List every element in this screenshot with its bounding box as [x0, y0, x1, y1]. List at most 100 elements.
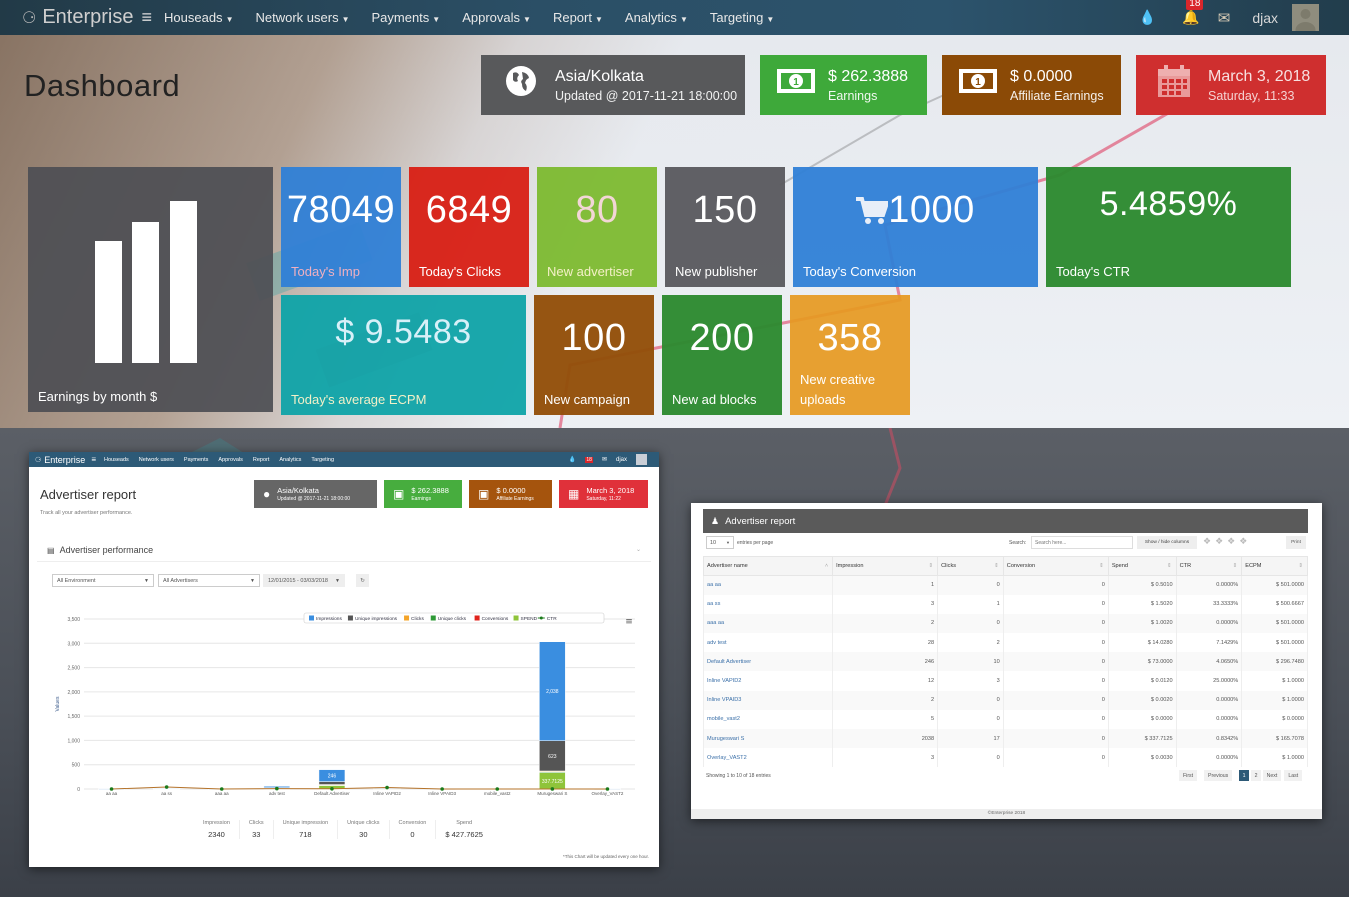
advertiser-name-link[interactable]: adv test — [702, 633, 834, 653]
notification-badge[interactable]: 18 — [585, 456, 593, 463]
advertiser-name-link[interactable]: Inline VAPID2 — [702, 671, 834, 691]
nav-item-payments[interactable]: Payments ▼ — [371, 10, 440, 25]
column-header[interactable]: CTR ⇕ — [1175, 556, 1243, 576]
advertiser-name-link[interactable]: Overlay_VAST2 — [702, 748, 834, 768]
page-button-2[interactable]: 2 — [1250, 770, 1262, 781]
tile-average-ecpm[interactable]: $ 9.5483 Today's average ECPM — [281, 295, 526, 415]
tile-new-publisher[interactable]: 150 New publisher — [665, 167, 785, 287]
page-button-first[interactable]: First — [1179, 770, 1198, 781]
tile-todays-clicks[interactable]: 6849 Today's Clicks — [409, 167, 529, 287]
refresh-button[interactable]: ↻ — [356, 574, 369, 587]
sort-icon[interactable]: ⇕ — [1298, 563, 1303, 569]
advertiser-name-link[interactable]: aa ss — [702, 594, 834, 614]
advertiser-performance-chart: 0 500 1,000 1,500 2,000 2,500 3,000 3,500 Values… — [55, 612, 635, 796]
preview-nav-item[interactable]: Report — [253, 457, 270, 463]
sort-icon[interactable]: ⇕ — [1099, 563, 1104, 569]
show-hide-columns-button[interactable]: Show / hide columns — [1137, 536, 1197, 549]
hamburger-icon[interactable]: ≡ — [142, 7, 153, 28]
nav-item-network-users[interactable]: Network users ▼ — [255, 10, 349, 25]
envelope-icon[interactable]: ✉ — [1218, 9, 1231, 27]
nav-item-approvals[interactable]: Approvals ▼ — [462, 10, 531, 25]
preview-nav-item[interactable]: Approvals — [218, 457, 242, 463]
table-cell: 0 — [1002, 671, 1109, 691]
puzzle-icon[interactable]: ❖ — [1215, 536, 1223, 547]
bar-unique-impressions — [318, 781, 346, 785]
page-button-previous[interactable]: Previous — [1204, 770, 1233, 781]
affiliate-earnings-label: Affiliate Earnings — [1010, 88, 1104, 103]
advertiser-report-table-card: ♟ Advertiser report 10 ▼ entries per page… — [691, 503, 1322, 819]
sort-icon[interactable]: ⇕ — [1167, 563, 1172, 569]
column-header[interactable]: Clicks ⇕ — [937, 556, 1004, 576]
puzzle-icon[interactable]: ❖ — [1227, 536, 1235, 547]
money-icon: 1 — [776, 68, 816, 102]
envelope-icon[interactable]: ✉ — [602, 456, 607, 463]
affiliate-earnings-value: $ 0.0000 — [1010, 67, 1073, 85]
advertiser-name-link[interactable]: aaa aa — [702, 613, 834, 634]
preview-nav-item[interactable]: Payments — [184, 457, 208, 463]
brand[interactable]: ⚆ Enterprise ≡ — [22, 6, 152, 29]
tile-todays-imp[interactable]: 78049 Today's Imp — [281, 167, 401, 287]
legend-label: CTR — [547, 616, 557, 622]
advertiser-name-link[interactable]: Murugeswari S — [702, 729, 834, 749]
table-cell: 33.3333% — [1175, 594, 1243, 614]
collapse-chevron-icon[interactable]: ⌄ — [636, 546, 641, 553]
nav-item-report[interactable]: Report ▼ — [553, 10, 603, 25]
preview-nav-item[interactable]: Targeting — [311, 457, 334, 463]
advertiser-name-link[interactable]: Inline VPAID3 — [702, 690, 834, 710]
legend-label: Impressions — [316, 616, 342, 622]
panel-title: Advertiser performance — [59, 545, 154, 555]
preview-nav-item[interactable]: Analytics — [279, 457, 301, 463]
advertiser-name-link[interactable]: Default Advertiser — [702, 652, 834, 672]
tile-value: 358 — [817, 317, 883, 359]
sort-icon[interactable]: ˄ — [825, 563, 828, 569]
tile-todays-conversion[interactable]: 1000 Today's Conversion — [793, 167, 1038, 287]
avatar[interactable] — [1292, 4, 1319, 31]
tile-new-advertiser[interactable]: 80 New advertiser — [537, 167, 657, 287]
date-range-picker[interactable]: 12/01/2015 - 03/03/2018 ▼ — [263, 574, 345, 587]
table-cell: $ 501.0000 — [1241, 633, 1308, 653]
bell-icon: 🔔 — [1182, 9, 1200, 25]
nav-item-houseads[interactable]: Houseads ▼ — [164, 10, 233, 25]
search-input[interactable] — [1031, 536, 1133, 549]
puzzle-icon[interactable]: ❖ — [1239, 536, 1247, 547]
column-header[interactable]: Impression ⇕ — [832, 556, 939, 576]
print-button[interactable]: Print — [1286, 536, 1306, 549]
column-header[interactable]: Conversion ⇕ — [1002, 556, 1109, 576]
tile-new-creative-uploads[interactable]: 358 New creative uploads — [790, 295, 910, 415]
nav-item-targeting[interactable]: Targeting ▼ — [710, 10, 774, 25]
page-button-1[interactable]: 1 — [1238, 770, 1250, 781]
advertisers-select[interactable]: All Advertisers ▼ — [158, 574, 260, 587]
preview-nav-item[interactable]: Network users — [139, 457, 174, 463]
tile-new-ad-blocks[interactable]: 200 New ad blocks — [662, 295, 782, 415]
tile-todays-ctr[interactable]: 5.4859% Today's CTR — [1046, 167, 1291, 287]
ctr-point — [385, 785, 389, 790]
tint-icon[interactable]: 💧 — [569, 456, 576, 463]
username[interactable]: djax — [1252, 10, 1278, 26]
tint-icon[interactable]: 💧 — [1139, 9, 1156, 26]
advertiser-name-link[interactable]: mobile_vast2 — [702, 709, 834, 729]
refresh-icon: ↻ — [360, 577, 365, 584]
column-header[interactable]: Spend ⇕ — [1107, 556, 1177, 576]
sort-icon[interactable]: ⇕ — [1233, 563, 1238, 569]
tile-earnings-by-month[interactable]: Earnings by month $ — [28, 167, 273, 412]
page-button-last[interactable]: Last — [1284, 770, 1303, 781]
y-tick-label: 3,500 — [67, 617, 80, 623]
puzzle-icon[interactable]: ❖ — [1203, 536, 1211, 547]
environment-select[interactable]: All Environment ▼ — [52, 574, 154, 587]
username[interactable]: djax — [616, 457, 627, 463]
notifications-button[interactable]: 🔔 18 — [1182, 0, 1204, 26]
preview-nav-item[interactable]: Houseads — [104, 457, 129, 463]
nav-item-analytics[interactable]: Analytics ▼ — [625, 10, 688, 25]
advertiser-name-link[interactable]: aa aa — [702, 575, 834, 595]
page-button-next[interactable]: Next — [1262, 770, 1282, 781]
chart-menu-icon: ≡ — [625, 617, 633, 627]
page-size-select[interactable]: 10 ▼ — [706, 536, 734, 549]
tile-new-campaign[interactable]: 100 New campaign — [534, 295, 654, 415]
table-cell: 28 — [832, 633, 939, 653]
avatar[interactable] — [636, 454, 647, 465]
column-header[interactable]: ECPM ⇕ — [1241, 556, 1308, 576]
column-header[interactable]: Advertiser name ˄ — [702, 556, 834, 576]
sort-icon[interactable]: ⇕ — [994, 563, 999, 569]
sort-icon[interactable]: ⇕ — [928, 563, 933, 569]
tile-value: 1000 — [888, 189, 975, 231]
